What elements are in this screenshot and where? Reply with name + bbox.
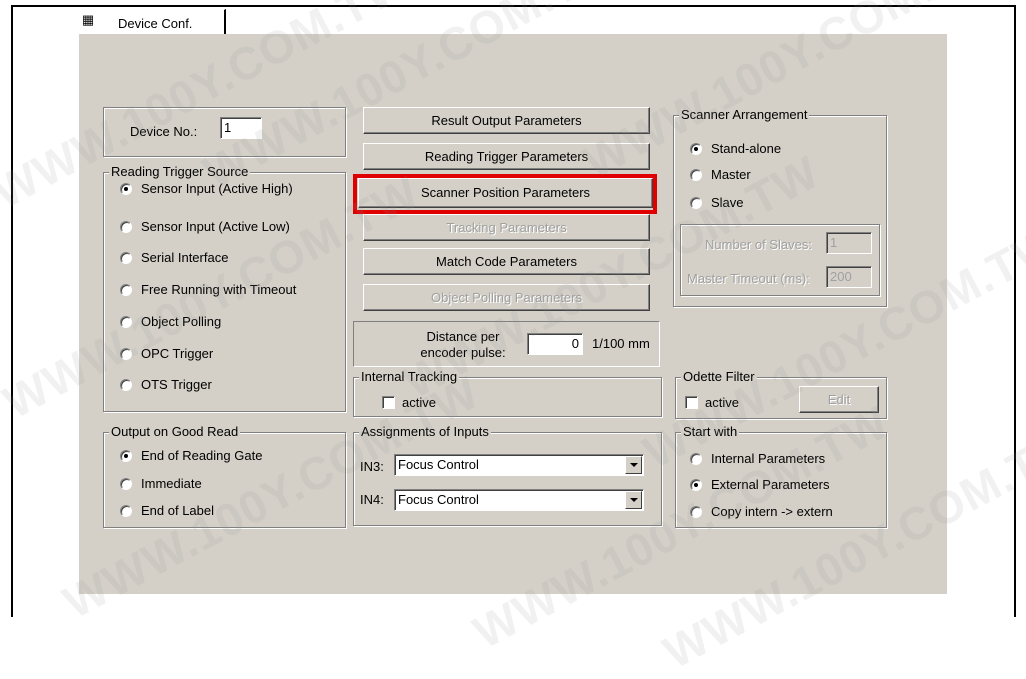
distance-unit: 1/100 mm bbox=[592, 336, 650, 351]
radio-label: Serial Interface bbox=[141, 250, 229, 265]
number-of-slaves-label: Number of Slaves: bbox=[705, 237, 812, 252]
tracking-parameters-button[interactable]: Tracking Parameters bbox=[363, 214, 650, 241]
master-timeout-input[interactable]: 200 bbox=[826, 266, 872, 288]
settings-grid-icon: ▦ bbox=[81, 12, 95, 27]
in4-select[interactable]: Focus Control bbox=[394, 489, 644, 511]
radio-indicator bbox=[120, 478, 132, 490]
match-code-parameters-button[interactable]: Match Code Parameters bbox=[363, 248, 650, 275]
radio-label: Object Polling bbox=[141, 314, 222, 329]
scanner-arrangement-title: Scanner Arrangement bbox=[679, 107, 810, 123]
radio-label: Master bbox=[711, 167, 751, 182]
radio-indicator bbox=[690, 197, 702, 209]
radio-label: External Parameters bbox=[711, 477, 830, 492]
distance-input[interactable]: 0 bbox=[527, 333, 583, 355]
output-good-read-title: Output on Good Read bbox=[109, 424, 241, 440]
radio-indicator bbox=[690, 143, 702, 155]
radio-label: Slave bbox=[711, 195, 744, 210]
radio-indicator bbox=[120, 252, 132, 264]
device-number-label: Device No.: bbox=[130, 124, 198, 139]
in3-label: IN3: bbox=[360, 459, 384, 474]
radio-indicator bbox=[690, 169, 702, 181]
radio-indicator bbox=[120, 505, 132, 517]
distance-label-line1: Distance per bbox=[426, 329, 500, 344]
tab-device-conf[interactable]: Device Conf. bbox=[103, 9, 226, 34]
radio-indicator bbox=[690, 506, 702, 518]
checkbox-box bbox=[685, 396, 698, 409]
radio-label: Sensor Input (Active Low) bbox=[141, 219, 290, 234]
start-with-title: Start with bbox=[681, 424, 740, 440]
reading-trigger-parameters-button[interactable]: Reading Trigger Parameters bbox=[363, 143, 650, 170]
radio-label: Internal Parameters bbox=[711, 451, 826, 466]
radio-indicator bbox=[120, 183, 132, 195]
radio-label: Immediate bbox=[141, 476, 202, 491]
radio-indicator bbox=[120, 348, 132, 360]
odette-edit-button[interactable]: Edit bbox=[799, 386, 879, 413]
radio-indicator bbox=[120, 450, 132, 462]
radio-label: End of Label bbox=[141, 503, 215, 518]
radio-label: Free Running with Timeout bbox=[141, 282, 297, 297]
object-polling-parameters-button[interactable]: Object Polling Parameters bbox=[363, 284, 650, 311]
checkbox-label: active bbox=[705, 395, 739, 410]
checkbox-box bbox=[382, 396, 395, 409]
reading-trigger-title: Reading Trigger Source bbox=[109, 164, 251, 180]
chevron-down-icon[interactable] bbox=[625, 456, 642, 474]
assignments-title: Assignments of Inputs bbox=[359, 424, 491, 440]
in4-label: IN4: bbox=[360, 492, 384, 507]
radio-label: Stand-alone bbox=[711, 141, 782, 156]
radio-indicator bbox=[120, 284, 132, 296]
in4-value: Focus Control bbox=[398, 492, 479, 507]
radio-indicator bbox=[120, 379, 132, 391]
master-timeout-label: Master Timeout (ms): bbox=[687, 271, 810, 286]
chevron-down-icon[interactable] bbox=[625, 491, 642, 509]
radio-label: OTS Trigger bbox=[141, 377, 212, 392]
radio-label: Sensor Input (Active High) bbox=[141, 181, 293, 196]
assignments-group: Assignments of Inputs bbox=[353, 424, 662, 526]
highlight-box bbox=[353, 174, 657, 214]
in3-value: Focus Control bbox=[398, 457, 479, 472]
radio-label: OPC Trigger bbox=[141, 346, 214, 361]
distance-label-line2: encoder pulse: bbox=[420, 345, 506, 360]
radio-indicator bbox=[690, 453, 702, 465]
in3-select[interactable]: Focus Control bbox=[394, 454, 644, 476]
internal-tracking-title: Internal Tracking bbox=[359, 369, 460, 385]
tab-label: Device Conf. bbox=[118, 16, 193, 31]
checkbox-label: active bbox=[402, 395, 436, 410]
device-number-input[interactable]: 1 bbox=[220, 117, 262, 139]
result-output-parameters-button[interactable]: Result Output Parameters bbox=[363, 107, 650, 134]
odette-filter-title: Odette Filter bbox=[681, 369, 757, 385]
radio-indicator bbox=[120, 316, 132, 328]
radio-indicator bbox=[690, 479, 702, 491]
internal-tracking-group: Internal Tracking bbox=[353, 369, 662, 417]
radio-label: Copy intern -> extern bbox=[711, 504, 833, 519]
radio-label: End of Reading Gate bbox=[141, 448, 263, 463]
radio-indicator bbox=[120, 221, 132, 233]
number-of-slaves-input[interactable]: 1 bbox=[826, 232, 872, 254]
